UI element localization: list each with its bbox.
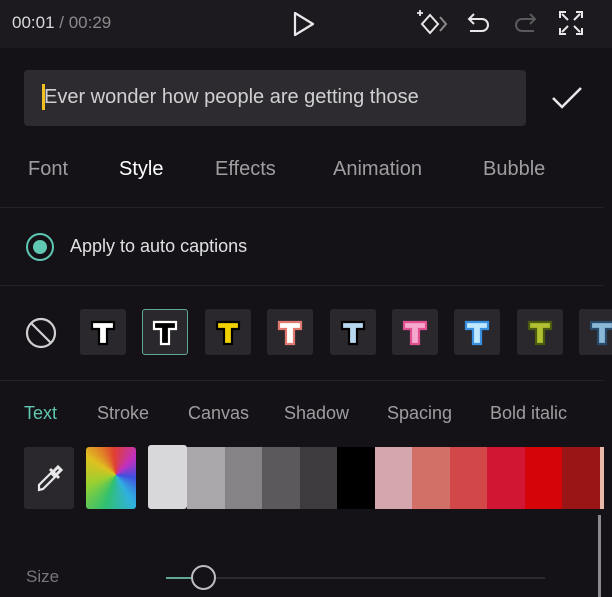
text-style-t-icon xyxy=(278,320,303,346)
tab-effects[interactable]: Effects xyxy=(215,158,276,181)
auto-captions-radio[interactable] xyxy=(26,233,54,261)
color-swatch[interactable] xyxy=(224,447,263,509)
total-time: 00:29 xyxy=(68,13,112,32)
current-time: 00:01 xyxy=(12,13,55,32)
color-swatch[interactable] xyxy=(262,447,300,509)
time-readout: 00:01 / 00:29 xyxy=(12,13,111,33)
text-style-t-icon xyxy=(340,320,365,346)
confirm-check-icon[interactable] xyxy=(550,84,584,112)
custom-color-picker[interactable] xyxy=(86,447,136,509)
add-keyframe-icon[interactable] xyxy=(414,8,448,40)
text-style-preset[interactable] xyxy=(267,309,314,355)
text-style-preset[interactable] xyxy=(80,309,126,355)
subtab-shadow[interactable]: Shadow xyxy=(284,403,349,424)
subtab-bold-italic[interactable]: Bold italic xyxy=(490,403,567,424)
fullscreen-icon[interactable] xyxy=(558,10,584,36)
text-style-preset[interactable] xyxy=(142,309,189,355)
color-swatch[interactable] xyxy=(299,447,338,509)
text-style-t-icon xyxy=(402,320,428,346)
no-style-icon[interactable] xyxy=(24,316,58,350)
divider xyxy=(0,380,604,381)
color-swatch[interactable] xyxy=(148,445,187,509)
color-swatch[interactable] xyxy=(524,447,563,509)
eyedropper-button[interactable] xyxy=(24,447,74,509)
subtab-canvas[interactable]: Canvas xyxy=(188,403,249,424)
text-style-preset[interactable] xyxy=(579,309,612,355)
color-swatch[interactable] xyxy=(374,447,413,509)
text-style-t-icon xyxy=(465,320,490,346)
main-tabs: Font Style Effects Animation Bubble xyxy=(0,158,612,186)
color-swatch[interactable] xyxy=(187,447,225,509)
redo-icon[interactable] xyxy=(512,10,538,36)
subtab-spacing[interactable]: Spacing xyxy=(387,403,452,424)
caption-text-input[interactable]: Ever wonder how people are getting those xyxy=(24,70,526,126)
auto-captions-label: Apply to auto captions xyxy=(70,236,248,256)
size-slider-track[interactable] xyxy=(166,577,545,579)
size-label: Size xyxy=(26,567,60,586)
tab-bubble[interactable]: Bubble xyxy=(483,158,545,181)
text-style-t-icon xyxy=(153,320,178,346)
color-swatch[interactable] xyxy=(599,447,604,509)
subtab-text[interactable]: Text xyxy=(24,403,57,424)
text-style-t-icon xyxy=(90,320,116,346)
time-separator: / xyxy=(54,13,69,32)
tab-style[interactable]: Style xyxy=(119,158,163,181)
subtab-stroke[interactable]: Stroke xyxy=(97,403,149,424)
undo-icon[interactable] xyxy=(466,10,492,36)
tab-animation[interactable]: Animation xyxy=(333,158,422,181)
size-slider-handle[interactable] xyxy=(191,565,217,590)
scrollbar[interactable] xyxy=(598,515,601,597)
divider xyxy=(0,207,604,208)
color-swatch[interactable] xyxy=(487,447,525,509)
caption-text: Ever wonder how people are getting those xyxy=(44,86,419,108)
text-style-preset[interactable] xyxy=(204,309,251,355)
text-style-preset[interactable] xyxy=(516,309,563,355)
color-swatch[interactable] xyxy=(449,447,488,509)
color-swatch[interactable] xyxy=(412,447,450,509)
text-style-preset[interactable] xyxy=(392,309,438,355)
text-style-preset[interactable] xyxy=(329,309,376,355)
text-style-t-icon xyxy=(527,320,552,346)
tab-font[interactable]: Font xyxy=(28,158,68,181)
text-style-t-icon xyxy=(590,320,612,346)
divider xyxy=(0,285,604,286)
play-icon[interactable] xyxy=(292,11,316,37)
color-swatch[interactable] xyxy=(562,447,600,509)
eyedropper-icon xyxy=(37,464,63,492)
text-style-t-icon xyxy=(215,320,240,346)
text-style-preset[interactable] xyxy=(454,309,501,355)
color-swatch[interactable] xyxy=(337,447,375,509)
